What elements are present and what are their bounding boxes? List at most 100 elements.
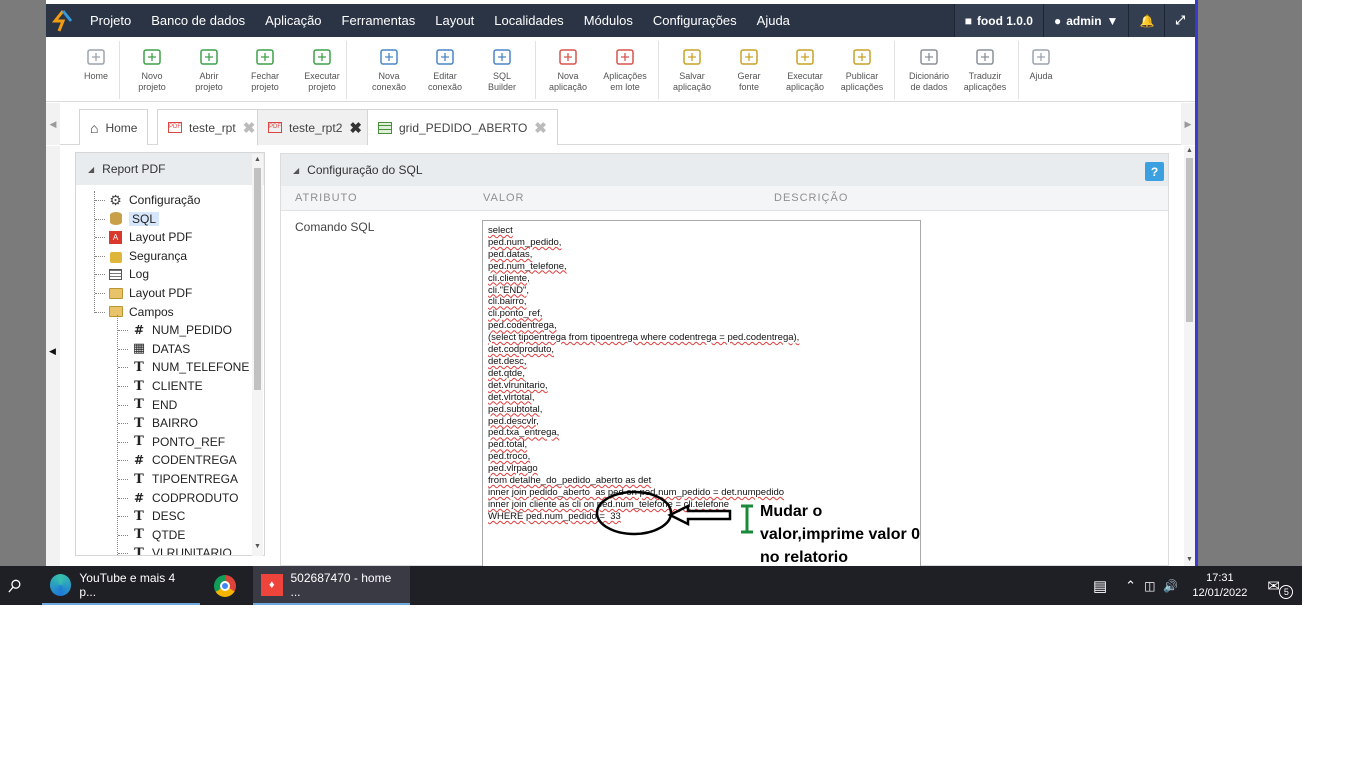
toolbar-button-executar-aplica-o[interactable]: Executar aplicação [777, 46, 833, 93]
toolbar-button-fechar-projeto[interactable]: Fechar projeto [237, 46, 293, 93]
field-item-ponto-ref[interactable]: T PONTO_REF [132, 433, 225, 451]
config-column-headers: ATRIBUTO VALOR DESCRIÇÃO [281, 186, 1168, 211]
toolbar-button-dicion-rio-de-dados[interactable]: Dicionário de dados [901, 46, 957, 93]
collapse-sidebar-strip[interactable]: ◀ [46, 146, 60, 566]
tree-item-configura-o[interactable]: ⚙ Configuração [108, 191, 200, 209]
toolbar-button-traduzir-aplica-es[interactable]: Traduzir aplicações [957, 46, 1013, 93]
search-button[interactable] [0, 566, 30, 605]
toolbar-button-aplica-es-em-lote[interactable]: Aplicações em lote [597, 46, 653, 93]
menu-configuracoes[interactable]: Configurações [643, 4, 747, 37]
edge-taskbar-button[interactable]: YouTube e mais 4 p... [42, 566, 200, 605]
field-item-datas[interactable]: ▦ DATAS [132, 340, 190, 358]
tree-item-layout-pdf[interactable]: A Layout PDF [108, 228, 192, 246]
toolbar-separator [119, 41, 120, 99]
news-icon[interactable]: ▤ [1079, 577, 1121, 595]
menu-aplicacao[interactable]: Aplicação [255, 4, 331, 37]
main-scrollbar[interactable]: ▲ ▼ [1184, 146, 1195, 566]
menu-layout[interactable]: Layout [425, 4, 484, 37]
sql-line: cli.bairro, [488, 296, 527, 308]
field-item-num-pedido[interactable]: # NUM_PEDIDO [132, 321, 232, 339]
field-item-bairro[interactable]: T BAIRRO [132, 414, 198, 432]
menu-modulos[interactable]: Módulos [574, 4, 643, 37]
menu-projeto[interactable]: Projeto [80, 4, 141, 37]
toolbar-button-abrir-projeto[interactable]: Abrir projeto [181, 46, 237, 93]
tabs-scroll-right[interactable]: ▶ [1181, 103, 1195, 145]
help-button[interactable]: ? [1145, 162, 1164, 181]
toolbar-button-executar-projeto[interactable]: Executar projeto [294, 46, 350, 93]
scroll-up-icon[interactable]: ▲ [1186, 147, 1193, 154]
windows-taskbar: YouTube e mais 4 p... ♦ 502687470 - home… [0, 566, 1302, 605]
tree-connector [118, 534, 128, 536]
field-item-qtde[interactable]: T QTDE [132, 526, 185, 544]
tree-item-seguran-a[interactable]: Segurança [108, 247, 187, 265]
menu-banco-de-dados[interactable]: Banco de dados [141, 4, 255, 37]
anydesk-taskbar-button[interactable]: ♦ 502687470 - home ... [253, 566, 410, 605]
toolbar-button-gerar-fonte[interactable]: Gerar fonte [721, 46, 777, 93]
menu-ajuda[interactable]: Ajuda [747, 4, 800, 37]
field-item-codproduto[interactable]: # CODPRODUTO [132, 489, 238, 507]
field-label: CODENTREGA [152, 453, 237, 468]
sql-line: cli.ponto_ref, [488, 308, 543, 320]
tab-teste-rpt2[interactable]: PDF teste_rpt2 ✖ [257, 109, 373, 145]
field-label: TIPOENTREGA [152, 472, 239, 486]
chrome-taskbar-button[interactable] [206, 566, 246, 605]
tab-teste-rpt[interactable]: PDF teste_rpt ✖ [157, 109, 267, 145]
toolbar-button-novo-projeto[interactable]: Novo projeto [124, 46, 180, 93]
field-item-num-telefone[interactable]: T NUM_TELEFONE [132, 358, 249, 376]
field-item-cliente[interactable]: T CLIENTE [132, 377, 203, 395]
notifications-button[interactable]: 🔔 [1128, 4, 1165, 37]
field-item-codentrega[interactable]: # CODENTREGA [132, 451, 237, 469]
field-label: NUM_TELEFONE [152, 360, 250, 375]
toolbar-button-home[interactable]: Home [68, 46, 124, 82]
scroll-down-icon[interactable]: ▼ [254, 543, 261, 550]
toolbar-button-publicar-aplica-es[interactable]: Publicar aplicações [834, 46, 890, 93]
tree-scroll-thumb[interactable] [254, 168, 261, 390]
volume-icon[interactable]: 🔊 [1159, 579, 1182, 593]
close-tab-icon[interactable]: ✖ [534, 119, 547, 137]
user-menu[interactable]: ● admin ▼ [1042, 4, 1129, 37]
field-item-end[interactable]: T END [132, 396, 177, 414]
scroll-up-icon[interactable]: ▲ [254, 156, 261, 163]
field-item-tipoentrega[interactable]: T TIPOENTREGA [132, 470, 238, 488]
clock-date: 12/01/2022 [1192, 586, 1248, 599]
tree-connector [118, 460, 128, 462]
field-item-vlrunitario[interactable]: T VLRUNITARIO [132, 544, 232, 555]
toolbar-button-salvar-aplica-o[interactable]: Salvar aplicação [664, 46, 720, 93]
toolbar-button-ajuda[interactable]: Ajuda [1013, 46, 1069, 82]
pdf-report-icon: PDF [168, 122, 182, 133]
menu-localidades[interactable]: Localidades [484, 4, 573, 37]
tab-home[interactable]: ⌂ Home [79, 109, 149, 145]
toolbar-button-nova-aplica-o[interactable]: Nova aplicação [540, 46, 596, 93]
tree-item-layout-pdf[interactable]: Layout PDF [108, 284, 192, 302]
close-tab-icon[interactable]: ✖ [243, 119, 256, 137]
tree-header[interactable]: ◢ Report PDF [76, 153, 264, 185]
close-tab-icon[interactable]: ✖ [349, 119, 362, 137]
tabs-scroll-left[interactable]: ◀ [46, 103, 60, 145]
tree-item-sql[interactable]: SQL [108, 210, 160, 228]
network-icon[interactable]: ◫ [1140, 579, 1159, 593]
toolbar-button-nova-conex-o[interactable]: Nova conexão [361, 46, 417, 93]
tree-item-log[interactable]: Log [108, 265, 149, 283]
main-scroll-thumb[interactable] [1186, 158, 1193, 322]
toolbar-button-sql-builder[interactable]: SQL Builder [474, 46, 530, 93]
tree-scrollbar[interactable]: ▲ ▼ [252, 154, 263, 556]
scroll-down-icon[interactable]: ▼ [1186, 556, 1193, 563]
field-label: BAIRRO [152, 416, 199, 431]
menu-ferramentas[interactable]: Ferramentas [332, 4, 426, 37]
tree-item-label: Campos [129, 304, 174, 319]
field-label: PONTO_REF [152, 434, 226, 449]
tree-item-label: Layout PDF [129, 286, 193, 300]
new-project-icon [143, 49, 161, 65]
chevron-up-icon[interactable]: ⌃ [1121, 578, 1140, 594]
notifications-center-button[interactable]: ✉ 5 [1257, 577, 1302, 599]
fullscreen-button[interactable]: ⤢ [1164, 4, 1195, 37]
config-header[interactable]: ◢ Configuração do SQL ? [281, 154, 1168, 186]
project-selector[interactable]: ■ food 1.0.0 [953, 4, 1043, 37]
toolbar-label-line2: projeto [308, 82, 336, 92]
tab-grid-pedido-aberto[interactable]: grid_PEDIDO_ABERTO ✖ [367, 109, 558, 145]
toolbar-button-editar-conex-o[interactable]: Editar conexão [417, 46, 473, 93]
taskbar-clock[interactable]: 17:31 12/01/2022 [1182, 571, 1257, 601]
scriptcase-logo[interactable] [46, 4, 80, 37]
field-item-desc[interactable]: T DESC [132, 507, 185, 525]
toolbar-label-line2: em lote [610, 82, 640, 92]
